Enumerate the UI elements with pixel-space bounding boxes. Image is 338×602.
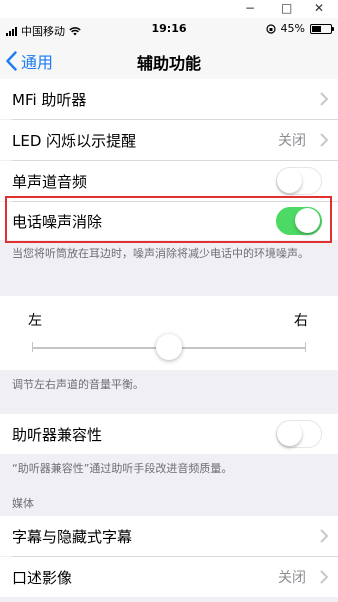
row-label: LED 闪烁以示提醒 bbox=[12, 131, 137, 150]
mono-audio-toggle[interactable] bbox=[276, 167, 322, 195]
navigation-bar: 通用 辅助功能 bbox=[0, 40, 338, 80]
battery-percent: 45% bbox=[280, 22, 305, 35]
balance-left-label: 左 bbox=[28, 313, 42, 329]
balance-note: 调节左右声道的音量平衡。 bbox=[12, 378, 144, 391]
row-label: 口述影像 bbox=[12, 568, 73, 587]
chevron-right-icon bbox=[320, 570, 328, 584]
row-value: 关闭 bbox=[278, 133, 306, 149]
row-label: 助听器兼容性 bbox=[12, 425, 103, 444]
noise-cancellation-note: 当您将听筒放在耳边时，噪声消除将减少电话中的环境噪声。 bbox=[12, 247, 309, 260]
row-subtitles-captioning[interactable]: 字幕与隐藏式字幕 bbox=[0, 516, 338, 556]
row-label: 字幕与隐藏式字幕 bbox=[12, 527, 133, 546]
section-header-media: 媒体 bbox=[12, 497, 34, 510]
highlight-box bbox=[5, 196, 332, 243]
row-hearing-aid-compatibility: 助听器兼容性 bbox=[0, 414, 338, 454]
battery-icon bbox=[310, 23, 334, 34]
chevron-right-icon bbox=[320, 529, 328, 543]
chevron-right-icon bbox=[320, 92, 328, 106]
orientation-lock-icon bbox=[265, 23, 276, 34]
close-button[interactable]: ✕ bbox=[314, 1, 324, 15]
row-label: MFi 助听器 bbox=[12, 90, 87, 109]
minimize-button[interactable]: − bbox=[245, 1, 255, 15]
page-title: 辅助功能 bbox=[136, 54, 201, 73]
chevron-right-icon bbox=[320, 133, 328, 147]
row-value: 关闭 bbox=[278, 570, 306, 586]
row-led-flash[interactable]: LED 闪烁以示提醒 关闭 bbox=[0, 120, 338, 160]
balance-tick-left bbox=[32, 342, 33, 352]
balance-tick-right bbox=[305, 342, 306, 352]
status-bar: 中国移动 19:16 45% bbox=[0, 18, 338, 40]
hac-note: “助听器兼容性”通过助听手段改进音频质量。 bbox=[12, 462, 233, 475]
balance-slider-section: 左 右 bbox=[0, 296, 338, 370]
window-title-bar: − □ ✕ bbox=[0, 0, 338, 18]
maximize-button[interactable]: □ bbox=[281, 1, 292, 15]
balance-slider-thumb[interactable] bbox=[156, 334, 182, 360]
balance-right-label: 右 bbox=[294, 313, 308, 329]
row-mono-audio: 单声道音频 bbox=[0, 161, 338, 201]
row-audio-descriptions[interactable]: 口述影像 关闭 bbox=[0, 557, 338, 597]
hearing-aid-compat-toggle[interactable] bbox=[276, 420, 322, 448]
row-mfi-hearing-devices[interactable]: MFi 助听器 bbox=[0, 79, 338, 119]
row-label: 单声道音频 bbox=[12, 172, 88, 191]
